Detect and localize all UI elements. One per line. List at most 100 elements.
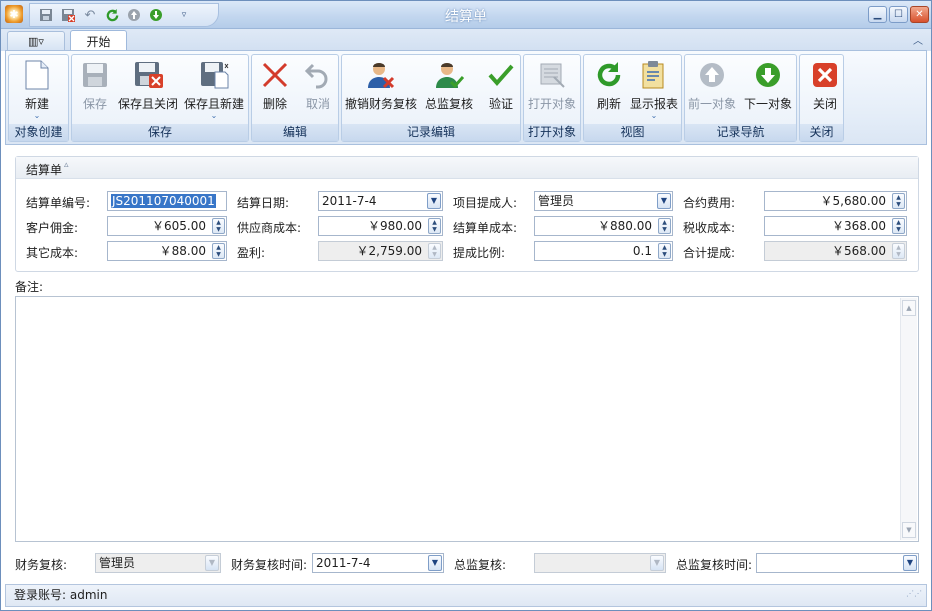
spin-button-icon[interactable]: ▲ ▼ — [212, 218, 225, 234]
revoke-finance-review-label: 撤销财务复核 — [345, 97, 418, 111]
new-label: 新建 — [24, 97, 49, 111]
next-object-label: 下一对象 — [744, 97, 793, 111]
spin-button-icon[interactable]: ▲ ▼ — [658, 243, 671, 259]
group-caption: 关闭 — [800, 124, 843, 141]
checkmark-icon — [485, 59, 517, 91]
spin-button-icon[interactable]: ▲ ▼ — [892, 193, 905, 209]
finance-review-time-value: 2011-7-4 — [316, 556, 371, 570]
other-cost-field[interactable]: ￥88.00 ▲ ▼ — [107, 241, 227, 261]
group-caption: 对象创建 — [9, 124, 68, 141]
chevron-down-icon[interactable]: ▼ — [903, 555, 917, 571]
total-commission-label: 合计提成: — [683, 246, 736, 260]
spin-button-icon: ▲ ▼ — [892, 243, 905, 259]
settlement-date-label: 结算日期: — [237, 196, 290, 210]
tax-cost-field[interactable]: ￥368.00 ▲ ▼ — [764, 216, 907, 236]
customer-commission-label: 客户佣金: — [26, 221, 79, 235]
delete-button[interactable]: 删除 — [259, 59, 291, 121]
finance-review-time-field[interactable]: 2011-7-4 ▼ — [312, 553, 444, 573]
tax-cost-label: 税收成本: — [683, 221, 736, 235]
spin-button-icon: ▲ ▼ — [428, 243, 441, 259]
supplier-cost-field[interactable]: ￥980.00 ▲ ▼ — [318, 216, 443, 236]
new-button[interactable]: 新建 ⌄ — [21, 59, 53, 121]
remarks-label: 备注: — [15, 280, 44, 294]
chevron-down-icon[interactable]: ▼ — [427, 193, 441, 209]
settlement-date-field[interactable]: 2011-7-4 ▼ — [318, 191, 443, 211]
app-menu-button[interactable]: ▥▿ — [7, 31, 65, 51]
settlement-cost-label: 结算单成本: — [453, 221, 518, 235]
group-edit: 删除 取消 编辑 — [251, 54, 339, 142]
user-approve-icon — [433, 59, 465, 91]
spin-button-icon[interactable]: ▲ ▼ — [428, 218, 441, 234]
supplier-cost-value: ￥980.00 — [368, 219, 422, 233]
save-new-button[interactable]: 保存且新建 ⌄ — [184, 59, 244, 121]
scroll-down-icon[interactable]: ▼ — [902, 522, 916, 538]
director-review-button[interactable]: 总监复核 — [425, 59, 473, 121]
open-object-button[interactable]: 打开对象 — [528, 59, 576, 121]
validate-button[interactable]: 验证 — [485, 59, 517, 121]
settlement-no-field[interactable]: JS201107040001 — [107, 191, 227, 211]
resize-grip-icon[interactable]: ⋰⋰ — [906, 583, 922, 604]
project-proposer-select[interactable]: 管理员 ▼ — [534, 191, 673, 211]
cancel-label: 取消 — [305, 97, 330, 111]
finance-review-time-label: 财务复核时间: — [231, 558, 308, 572]
customer-commission-field[interactable]: ￥605.00 ▲ ▼ — [107, 216, 227, 236]
total-commission-value: ￥568.00 — [832, 244, 886, 258]
chevron-down-icon: ▼ — [205, 555, 219, 571]
chevron-down-icon[interactable]: ▼ — [657, 193, 671, 209]
profit-field: ￥2,759.00 ▲ ▼ — [318, 241, 443, 261]
panel-header[interactable]: 结算单 ▵ — [16, 157, 918, 179]
save-close-button[interactable]: 保存且关闭 — [118, 59, 178, 121]
collapse-group-icon[interactable]: ▵ — [64, 160, 69, 170]
director-review-time-label: 总监复核时间: — [676, 558, 753, 572]
cancel-button[interactable]: 取消 — [302, 59, 334, 121]
ribbon: 新建 ⌄ 对象创建 保存 保存且关闭 保存且新建 ⌄ 保存 删除 取消 编辑 撤… — [5, 50, 927, 145]
save-new-dropdown-icon: ⌄ — [210, 111, 218, 120]
group-caption: 保存 — [72, 124, 248, 141]
tab-start[interactable]: 开始 — [70, 30, 127, 52]
settlement-cost-value: ￥880.00 — [598, 219, 652, 233]
settlement-panel: 结算单 ▵ 结算单编号: JS201107040001 结算日期: 2011-7… — [15, 156, 919, 272]
save-close-disk-icon — [132, 59, 164, 91]
chevron-down-icon: ▼ — [650, 555, 664, 571]
remarks-textarea[interactable]: ▲ ▼ — [15, 296, 919, 542]
close-red-icon — [809, 59, 841, 91]
ribbon-collapse-icon[interactable]: ︿ — [913, 32, 923, 47]
save-new-disk-icon — [198, 59, 230, 91]
next-object-button[interactable]: 下一对象 — [744, 59, 792, 121]
settlement-no-value: JS201107040001 — [111, 194, 216, 208]
contract-fee-field[interactable]: ￥5,680.00 ▲ ▼ — [764, 191, 907, 211]
maximize-button[interactable]: ☐ — [889, 6, 908, 23]
minimize-button[interactable]: ▁ — [868, 6, 887, 23]
group-caption: 打开对象 — [524, 124, 580, 141]
close-label: 关闭 — [812, 97, 837, 111]
status-bar: 登录账号: admin ⋰⋰ — [5, 584, 927, 607]
settlement-cost-field[interactable]: ￥880.00 ▲ ▼ — [534, 216, 673, 236]
prev-object-button[interactable]: 前一对象 — [688, 59, 736, 121]
contract-fee-label: 合约费用: — [683, 196, 736, 210]
spin-button-icon[interactable]: ▲ ▼ — [212, 243, 225, 259]
show-report-button[interactable]: 显示报表 ⌄ — [630, 59, 678, 121]
commission-ratio-label: 提成比例: — [453, 246, 506, 260]
save-disk-icon — [79, 59, 111, 91]
spin-button-icon[interactable]: ▲ ▼ — [658, 218, 671, 234]
director-review-time-field[interactable]: ▼ — [756, 553, 919, 573]
refresh-button[interactable]: 刷新 — [593, 59, 625, 121]
open-object-icon — [536, 59, 568, 91]
open-object-label: 打开对象 — [528, 97, 577, 111]
spin-button-icon[interactable]: ▲ ▼ — [892, 218, 905, 234]
revoke-finance-review-button[interactable]: 撤销财务复核 — [345, 59, 417, 121]
chevron-down-icon[interactable]: ▼ — [428, 555, 442, 571]
remarks-scrollbar[interactable]: ▲ ▼ — [900, 298, 917, 540]
tax-cost-value: ￥368.00 — [832, 219, 886, 233]
group-caption: 记录导航 — [685, 124, 796, 141]
new-document-icon — [21, 59, 53, 91]
commission-ratio-field[interactable]: 0.1 ▲ ▼ — [534, 241, 673, 261]
scroll-up-icon[interactable]: ▲ — [902, 300, 916, 316]
save-button[interactable]: 保存 — [79, 59, 111, 121]
close-button[interactable]: 关闭 — [809, 59, 841, 121]
other-cost-label: 其它成本: — [26, 246, 79, 260]
title-bar: ✱ ↶ ▿ 结算单 ▁ ☐ ✕ — [1, 1, 931, 29]
up-arrow-circle-icon — [696, 59, 728, 91]
close-window-button[interactable]: ✕ — [910, 6, 929, 23]
other-cost-value: ￥88.00 — [159, 244, 206, 258]
